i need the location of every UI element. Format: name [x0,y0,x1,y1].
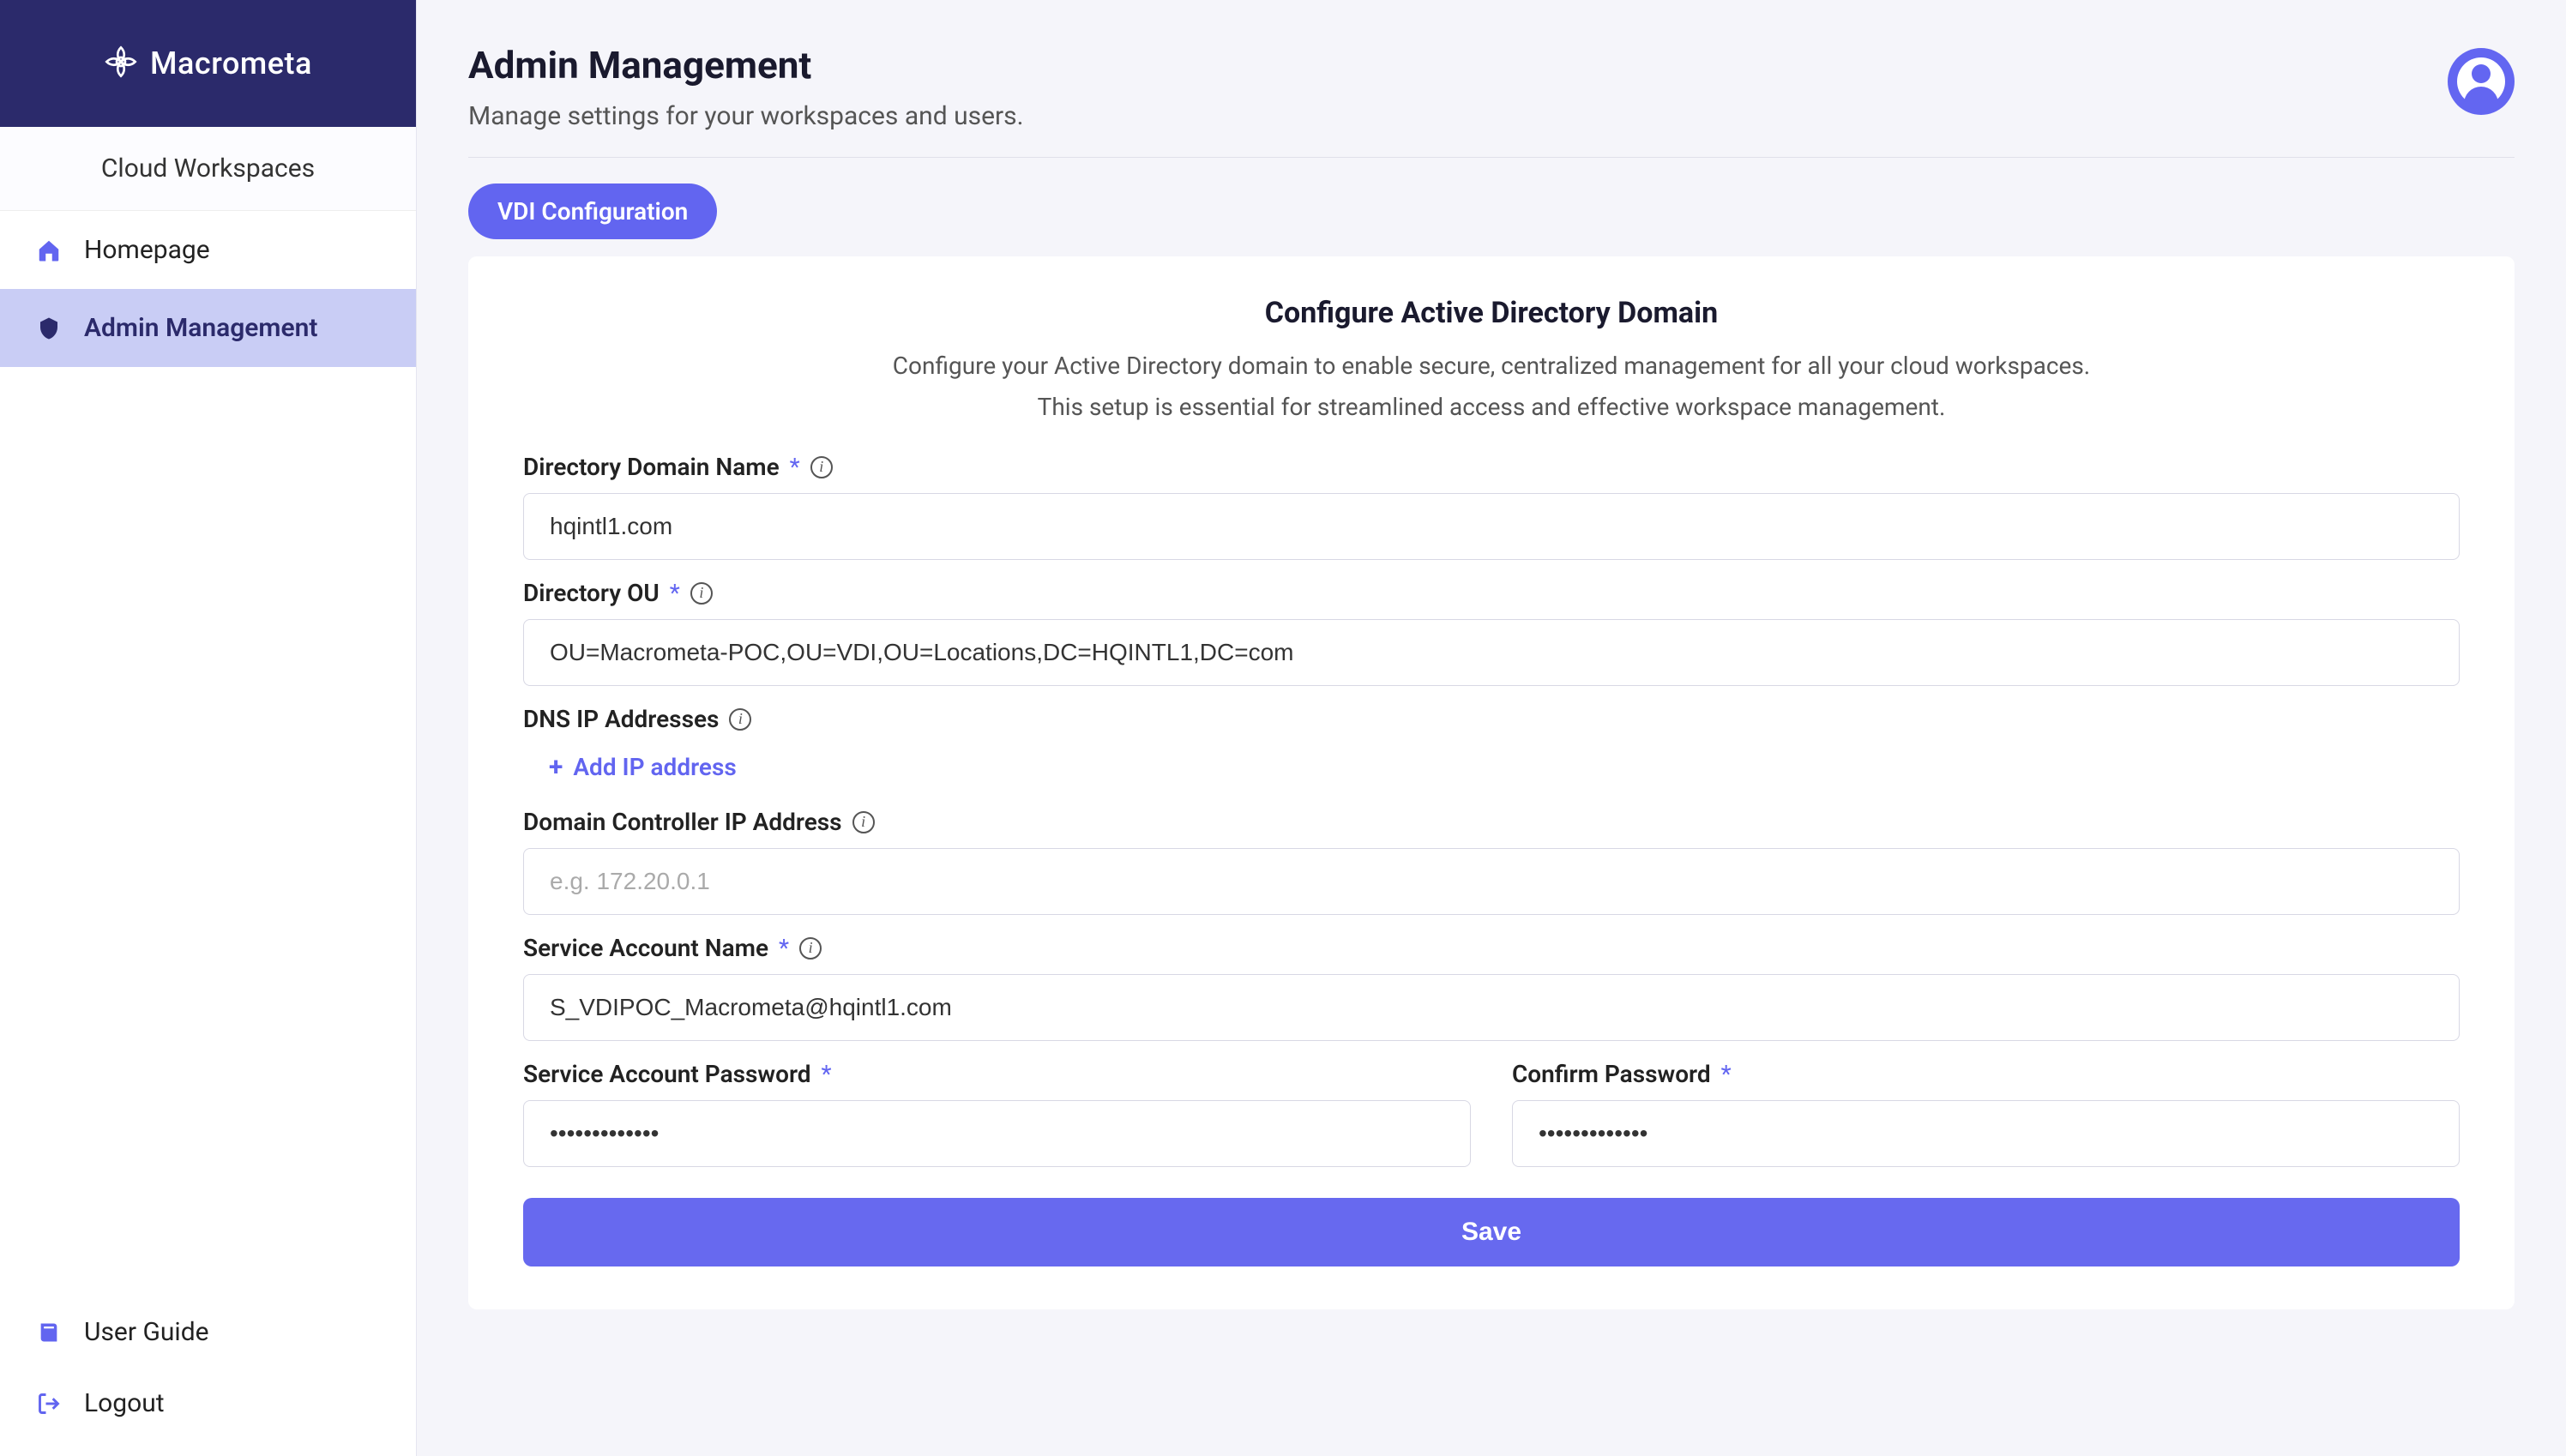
info-icon[interactable]: i [729,708,751,731]
required-marker: * [779,934,789,962]
sidebar-item-user-guide[interactable]: User Guide [0,1297,416,1368]
info-icon[interactable]: i [799,937,822,960]
sidebar-item-admin-management[interactable]: Admin Management [0,289,416,367]
input-service-account[interactable] [523,974,2460,1041]
user-avatar[interactable] [2448,48,2515,115]
field-confirm-password: Confirm Password * [1512,1060,2460,1167]
input-password[interactable] [523,1100,1471,1167]
label-dns-ip: DNS IP Addresses [523,705,719,733]
sidebar-item-label: Logout [84,1388,165,1418]
label-domain-controller: Domain Controller IP Address [523,808,842,836]
label-service-account: Service Account Name [523,934,768,962]
tab-vdi-configuration[interactable]: VDI Configuration [468,184,717,239]
label-directory-ou: Directory OU [523,579,660,607]
card-title: Configure Active Directory Domain [523,296,2460,330]
field-service-account-password: Service Account Password * [523,1060,1471,1167]
required-marker: * [790,453,800,481]
input-domain-name[interactable] [523,493,2460,560]
add-ip-label: Add IP address [573,753,736,781]
nav-bottom: User Guide Logout [0,1297,416,1456]
label-confirm-password: Confirm Password [1512,1060,1711,1088]
info-icon[interactable]: i [852,811,875,833]
field-service-account-name: Service Account Name * i [523,934,2460,1041]
add-ip-address-button[interactable]: + Add IP address [523,745,737,789]
label-domain-name: Directory Domain Name [523,453,780,481]
main-content: Admin Management Manage settings for you… [417,0,2566,1456]
required-marker: * [670,579,680,607]
card-desc-line1: Configure your Active Directory domain t… [893,352,2090,380]
card-description: Configure your Active Directory domain t… [720,346,2263,427]
save-button[interactable]: Save [523,1198,2460,1266]
sidebar-item-label: Homepage [84,235,210,265]
page-header: Admin Management Manage settings for you… [468,43,2515,158]
plus-icon: + [549,752,563,782]
info-icon[interactable]: i [690,582,713,605]
page-subtitle: Manage settings for your workspaces and … [468,101,1024,131]
required-marker: * [822,1060,832,1088]
sidebar-item-label: User Guide [84,1317,209,1347]
config-card: Configure Active Directory Domain Config… [468,256,2515,1309]
brand-name: Macrometa [150,45,312,81]
page-title: Admin Management [468,43,1024,87]
sidebar-item-homepage[interactable]: Homepage [0,211,416,289]
label-password: Service Account Password [523,1060,811,1088]
input-confirm-password[interactable] [1512,1100,2460,1167]
sidebar-item-label: Admin Management [84,313,317,343]
field-directory-domain-name: Directory Domain Name * i [523,453,2460,560]
admin-icon [34,314,63,343]
field-directory-ou: Directory OU * i [523,579,2460,686]
password-row: Service Account Password * Confirm Passw… [523,1060,2460,1167]
input-domain-controller[interactable] [523,848,2460,915]
input-directory-ou[interactable] [523,619,2460,686]
brand-subtitle: Cloud Workspaces [0,127,416,211]
field-dns-ip: DNS IP Addresses i + Add IP address [523,705,2460,789]
app-root: Macrometa Cloud Workspaces Homepage Admi… [0,0,2566,1456]
guide-icon [34,1318,63,1347]
avatar-icon [2457,57,2505,105]
tab-row: VDI Configuration [468,184,2515,239]
logout-icon [34,1389,63,1418]
card-desc-line2: This setup is essential for streamlined … [1038,393,1946,421]
sidebar-item-logout[interactable]: Logout [0,1368,416,1439]
brand-logo-icon [104,45,138,82]
brand-header: Macrometa [0,0,416,127]
home-icon [34,236,63,265]
info-icon[interactable]: i [810,456,833,478]
field-domain-controller-ip: Domain Controller IP Address i [523,808,2460,915]
required-marker: * [1721,1060,1732,1088]
sidebar: Macrometa Cloud Workspaces Homepage Admi… [0,0,417,1456]
nav-main: Homepage Admin Management [0,211,416,1297]
